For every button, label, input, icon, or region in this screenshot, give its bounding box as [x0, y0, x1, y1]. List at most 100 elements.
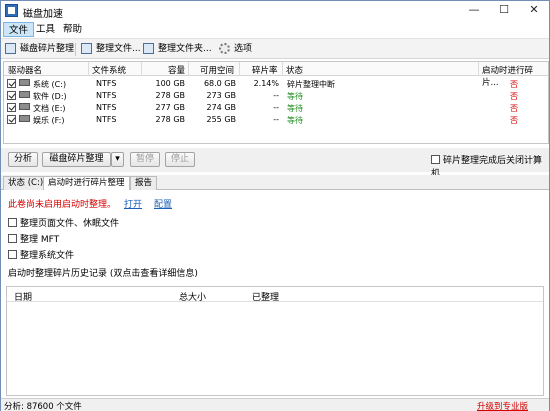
drive-name: 娱乐 (F:) — [33, 116, 65, 125]
analyze-button[interactable]: 分析 — [8, 152, 38, 167]
option-system-files-label: 整理系统文件 — [20, 251, 75, 261]
drive-capacity: 100 GB — [155, 79, 186, 88]
history-list[interactable]: 日期 总大小 已整理 — [6, 286, 544, 396]
toolbar-defrag-file-button[interactable]: 整理文件... — [81, 41, 141, 57]
drive-capacity: 278 GB — [155, 91, 186, 100]
drive-row[interactable]: 软件 (D:) NTFS 278 GB 273 GB -- 等待 否 — [4, 90, 548, 102]
option-system-files[interactable]: 整理系统文件 — [8, 248, 74, 261]
toolbar-defrag-folder-button[interactable]: 整理文件夹... — [143, 41, 212, 57]
checkbox-box[interactable] — [8, 218, 17, 227]
history-col-date[interactable]: 日期 — [14, 290, 32, 303]
toolbar-defrag-file-label: 整理文件... — [96, 44, 141, 54]
option-mft-label: 整理 MFT — [20, 235, 60, 245]
option-pagefile-label: 整理页面文件、休眠文件 — [20, 219, 120, 229]
history-col-done[interactable]: 已整理 — [252, 290, 279, 303]
col-status[interactable]: 状态 — [286, 64, 303, 76]
system-drive-icon — [19, 79, 30, 86]
drive-free: 68.0 GB — [203, 79, 236, 88]
toolbar-defrag-button[interactable]: 磁盘碎片整理 — [5, 41, 74, 57]
boot-defrag-warning: 此卷尚未启用启动时整理。 — [8, 200, 117, 210]
drive-frag: -- — [273, 103, 279, 112]
gear-icon — [219, 43, 230, 54]
history-title: 启动时整理碎片历史记录 (双点击查看详细信息) — [8, 269, 198, 279]
drive-checkbox[interactable] — [7, 115, 16, 124]
drive-row[interactable]: 系统 (C:) NTFS 100 GB 68.0 GB 2.14% 碎片整理中断… — [4, 78, 548, 90]
drive-capacity: 277 GB — [155, 103, 186, 112]
toolbar-options-button[interactable]: 选项 — [219, 41, 252, 57]
drive-row[interactable]: 娱乐 (F:) NTFS 278 GB 255 GB -- 等待 否 — [4, 114, 548, 126]
column-divider — [478, 62, 479, 76]
drive-name: 软件 (D:) — [33, 92, 67, 101]
tab-status[interactable]: 状态 (C:) — [3, 176, 49, 190]
boot-defrag-panel: 此卷尚未启用启动时整理。 打开 配置 整理页面文件、休眠文件 整理 MFT 整理… — [1, 190, 549, 397]
disk-icon — [5, 43, 16, 54]
config-link[interactable]: 配置 — [154, 197, 172, 210]
drive-free: 274 GB — [206, 103, 237, 112]
col-frag[interactable]: 碎片率 — [252, 64, 278, 76]
column-divider — [239, 62, 240, 76]
col-fs[interactable]: 文件系统 — [92, 64, 126, 76]
drive-frag: 2.14% — [253, 79, 279, 88]
checkbox-box[interactable] — [431, 155, 440, 164]
drive-status: 等待 — [287, 104, 303, 113]
drive-capacity: 278 GB — [155, 115, 186, 124]
column-divider — [188, 62, 189, 76]
drive-checkbox[interactable] — [7, 79, 16, 88]
tab-report[interactable]: 报告 — [130, 176, 158, 190]
minimize-button[interactable]: — — [459, 1, 489, 19]
menu-bar: 文件 工具 帮助 — [1, 21, 549, 38]
close-button[interactable]: ✕ — [519, 1, 549, 19]
open-link[interactable]: 打开 — [124, 197, 142, 210]
drive-status: 等待 — [287, 92, 303, 101]
defrag-button[interactable]: 磁盘碎片整理 — [42, 152, 111, 167]
toolbar: 磁盘碎片整理 整理文件... 整理文件夹... 选项 — [1, 38, 549, 59]
menu-tools[interactable]: 工具 — [31, 22, 60, 37]
option-mft[interactable]: 整理 MFT — [8, 232, 59, 245]
drive-name: 文档 (E:) — [33, 104, 66, 113]
status-bar: 分析: 87600 个文件 升级到专业版 — [1, 398, 549, 411]
title-bar: 磁盘加速 — ☐ ✕ — [1, 1, 549, 21]
drive-fs: NTFS — [96, 91, 117, 100]
drive-boot: 否 — [510, 104, 518, 113]
drive-icon — [19, 103, 30, 110]
toolbar-defrag-label: 磁盘碎片整理 — [20, 44, 75, 54]
col-drive[interactable]: 驱动器名 — [8, 64, 42, 76]
tab-bar: 状态 (C:) 启动时进行碎片整理 报告 — [1, 175, 549, 191]
maximize-button[interactable]: ☐ — [489, 1, 519, 19]
action-bar: 分析 磁盘碎片整理 ▾ 暂停 停止 碎片整理完成后关闭计算机 — [1, 148, 549, 179]
defrag-dropdown-button[interactable]: ▾ — [111, 152, 124, 167]
col-free[interactable]: 可用空间 — [200, 64, 234, 76]
file-icon — [81, 43, 92, 54]
column-divider — [88, 62, 89, 76]
tab-boot-defrag[interactable]: 启动时进行碎片整理 — [43, 176, 130, 191]
menu-help[interactable]: 帮助 — [58, 22, 87, 37]
history-col-total[interactable]: 总大小 — [179, 290, 206, 303]
toolbar-options-label: 选项 — [234, 44, 253, 54]
pause-button[interactable]: 暂停 — [130, 152, 160, 167]
drive-row[interactable]: 文档 (E:) NTFS 277 GB 274 GB -- 等待 否 — [4, 102, 548, 114]
stop-button[interactable]: 停止 — [165, 152, 195, 167]
drive-status: 碎片整理中断 — [287, 80, 335, 89]
drive-name: 系统 (C:) — [33, 80, 67, 89]
toolbar-separator — [75, 43, 76, 56]
drive-fs: NTFS — [96, 79, 117, 88]
drive-checkbox[interactable] — [7, 103, 16, 112]
folder-icon — [143, 43, 154, 54]
drive-frag: -- — [273, 91, 279, 100]
drive-boot: 否 — [510, 116, 518, 125]
drive-icon — [19, 91, 30, 98]
history-header: 日期 总大小 已整理 — [7, 287, 543, 303]
checkbox-box[interactable] — [8, 234, 17, 243]
app-window: 磁盘加速 — ☐ ✕ 文件 工具 帮助 磁盘碎片整理 整理文件... 整理文件夹… — [0, 0, 550, 411]
drive-checkbox[interactable] — [7, 91, 16, 100]
column-divider — [141, 62, 142, 76]
drive-fs: NTFS — [96, 115, 117, 124]
menu-file[interactable]: 文件 — [3, 22, 35, 37]
upgrade-link[interactable]: 升级到专业版 — [477, 400, 528, 411]
drive-free: 255 GB — [206, 115, 237, 124]
col-capacity[interactable]: 容量 — [168, 64, 185, 76]
checkbox-box[interactable] — [8, 250, 17, 259]
option-pagefile[interactable]: 整理页面文件、休眠文件 — [8, 216, 119, 229]
drive-fs: NTFS — [96, 103, 117, 112]
drive-list-header: 驱动器名 文件系统 容量 可用空间 碎片率 状态 启动时进行碎片... — [4, 62, 548, 88]
